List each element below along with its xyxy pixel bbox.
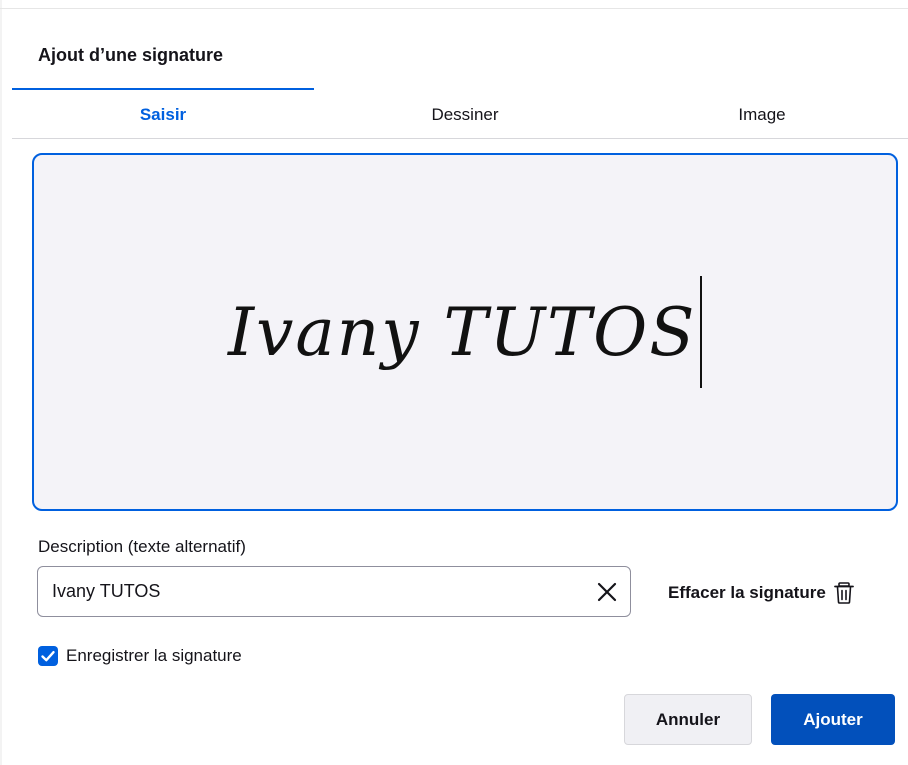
top-edge-divider — [0, 8, 908, 9]
erase-signature-button[interactable]: Effacer la signature — [668, 578, 854, 608]
save-signature-checkbox[interactable] — [38, 646, 58, 666]
left-edge-divider — [0, 0, 2, 765]
save-signature-option[interactable]: Enregistrer la signature — [38, 644, 242, 668]
signature-input-area[interactable]: Ivany TUTOS — [32, 153, 898, 511]
save-signature-label: Enregistrer la signature — [66, 646, 242, 665]
tab-saisir[interactable]: Saisir — [12, 88, 314, 138]
cancel-button[interactable]: Annuler — [624, 694, 752, 745]
close-icon[interactable] — [594, 579, 620, 605]
signature-text: Ivany TUTOS — [228, 293, 697, 371]
dialog-title: Ajout d’une signature — [38, 45, 224, 65]
tab-dessiner[interactable]: Dessiner — [314, 88, 616, 138]
signature-preview: Ivany TUTOS — [34, 155, 896, 509]
text-caret — [700, 276, 702, 388]
erase-signature-label: Effacer la signature — [668, 583, 826, 602]
tab-image[interactable]: Image — [616, 88, 908, 138]
description-label: Description (texte alternatif) — [38, 537, 246, 556]
signature-dialog: Ajout d’une signature Saisir Dessiner Im… — [0, 0, 908, 765]
description-input[interactable] — [52, 567, 572, 616]
description-field — [37, 566, 631, 617]
trash-icon — [833, 582, 854, 604]
tab-bar: Saisir Dessiner Image — [12, 88, 908, 139]
add-button[interactable]: Ajouter — [771, 694, 895, 745]
